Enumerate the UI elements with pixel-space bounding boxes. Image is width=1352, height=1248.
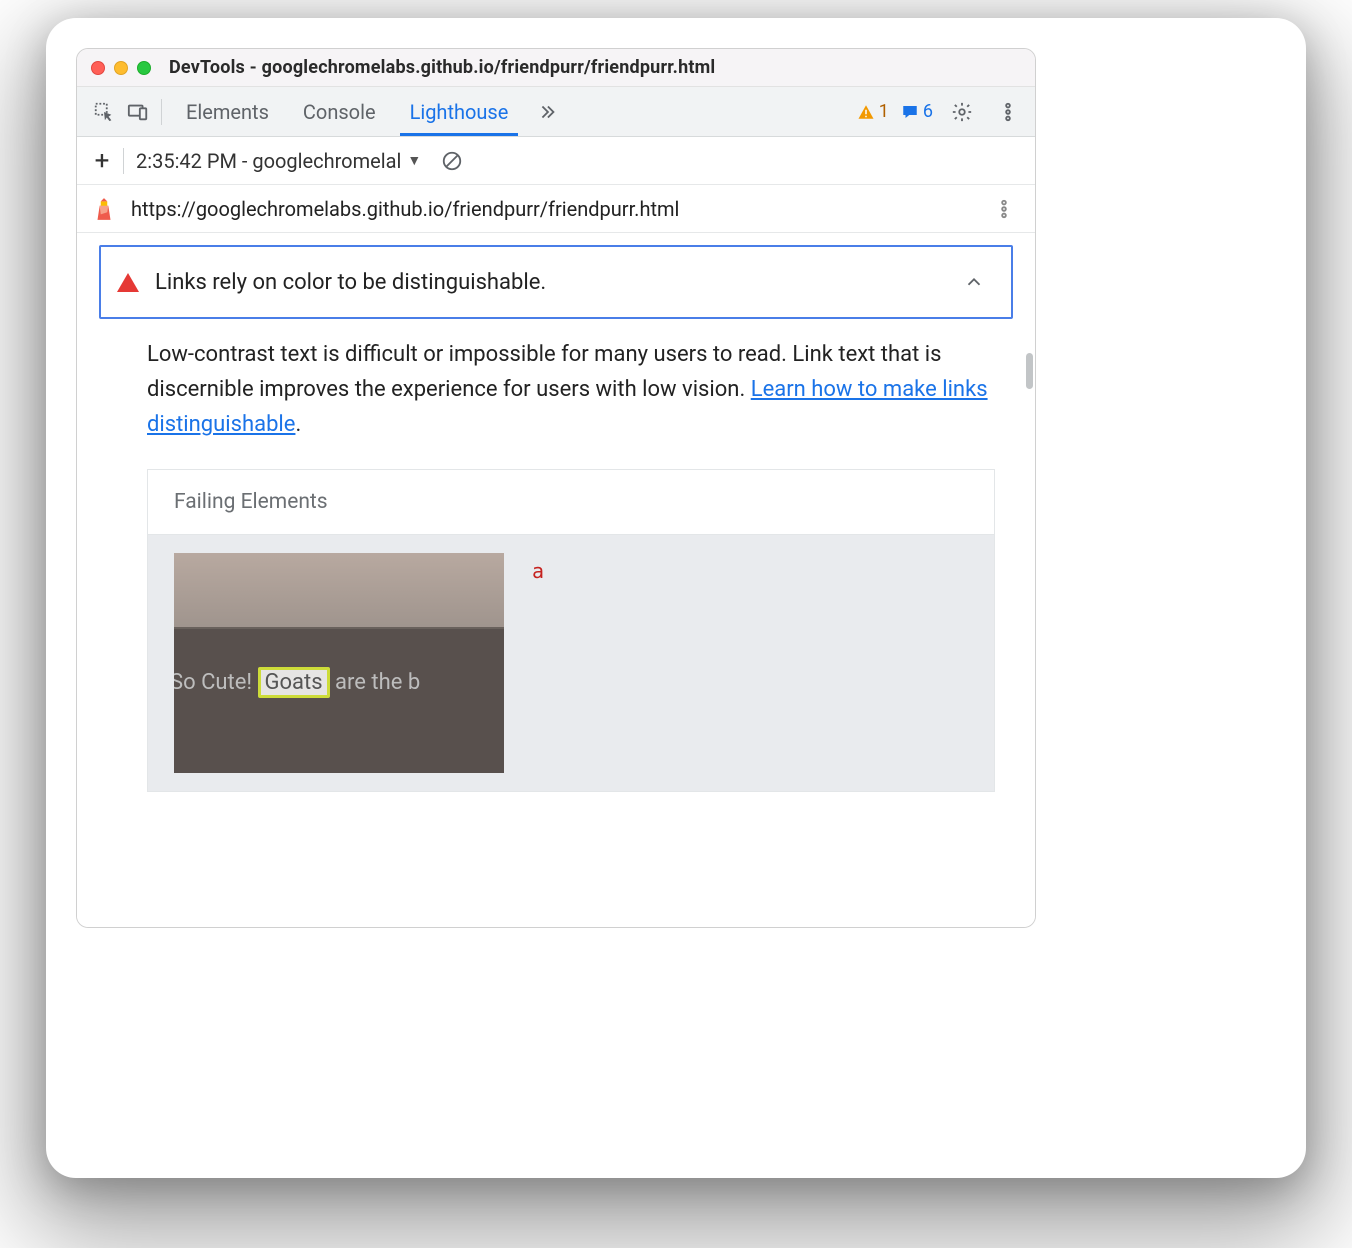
maximize-window-button[interactable] (137, 61, 151, 75)
divider (161, 99, 162, 125)
warnings-counter[interactable]: 1 (857, 101, 889, 122)
audit-description: Low-contrast text is difficult or imposs… (147, 337, 995, 443)
lighthouse-report-content: Links rely on color to be distinguishabl… (77, 233, 1035, 927)
warning-icon (857, 103, 875, 121)
report-more-icon[interactable] (987, 192, 1021, 226)
audit-header[interactable]: Links rely on color to be distinguishabl… (99, 245, 1013, 319)
snippet-pre: So Cute! (174, 670, 258, 695)
issues-counter[interactable]: 6 (901, 101, 933, 122)
report-selector[interactable]: 2:35:42 PM - googlechromelal ▼ (136, 149, 421, 173)
failing-elements-header: Failing Elements (148, 470, 994, 535)
devtools-tabsbar: Elements Console Lighthouse 1 6 (77, 87, 1035, 137)
report-url: https://googlechromelabs.github.io/frien… (131, 197, 987, 221)
scrollbar-thumb[interactable] (1026, 353, 1033, 389)
devtools-window: DevTools - googlechromelabs.github.io/fr… (76, 48, 1036, 928)
minimize-window-button[interactable] (114, 61, 128, 75)
window-title: DevTools - googlechromelabs.github.io/fr… (169, 57, 715, 78)
warnings-count: 1 (879, 101, 889, 122)
tab-lighthouse[interactable]: Lighthouse (406, 89, 513, 134)
divider (123, 148, 124, 174)
tab-elements[interactable]: Elements (182, 89, 273, 134)
lighthouse-icon (91, 196, 117, 222)
lighthouse-url-bar: https://googlechromelabs.github.io/frien… (77, 185, 1035, 233)
failing-elements-row: So Cute! Goats are the b a (148, 535, 994, 791)
failing-elements-table: Failing Elements So Cute! Goats are the … (147, 469, 995, 792)
more-tabs-icon[interactable] (530, 95, 564, 129)
clear-report-icon[interactable] (435, 144, 469, 178)
tab-console[interactable]: Console (299, 89, 380, 134)
issues-count: 6 (923, 101, 933, 122)
traffic-lights (91, 61, 151, 75)
settings-icon[interactable] (945, 95, 979, 129)
close-window-button[interactable] (91, 61, 105, 75)
snippet-post: are the b (330, 670, 421, 695)
report-label: 2:35:42 PM - googlechromelal (136, 149, 401, 173)
snippet-highlight: Goats (258, 667, 330, 698)
collapse-chevron-icon[interactable] (957, 265, 991, 299)
element-tag[interactable]: a (532, 553, 544, 583)
element-screenshot[interactable]: So Cute! Goats are the b (174, 553, 504, 773)
fail-triangle-icon (117, 273, 139, 292)
lighthouse-report-bar: + 2:35:42 PM - googlechromelal ▼ (77, 137, 1035, 185)
titlebar: DevTools - googlechromelabs.github.io/fr… (77, 49, 1035, 87)
audit-desc-post: . (295, 412, 301, 437)
message-icon (901, 103, 919, 121)
new-report-button[interactable]: + (87, 146, 117, 176)
more-options-icon[interactable] (991, 95, 1025, 129)
dropdown-caret-icon: ▼ (407, 152, 421, 169)
inspect-element-icon[interactable] (87, 95, 121, 129)
device-toolbar-icon[interactable] (121, 95, 155, 129)
audit-title: Links rely on color to be distinguishabl… (155, 270, 941, 295)
